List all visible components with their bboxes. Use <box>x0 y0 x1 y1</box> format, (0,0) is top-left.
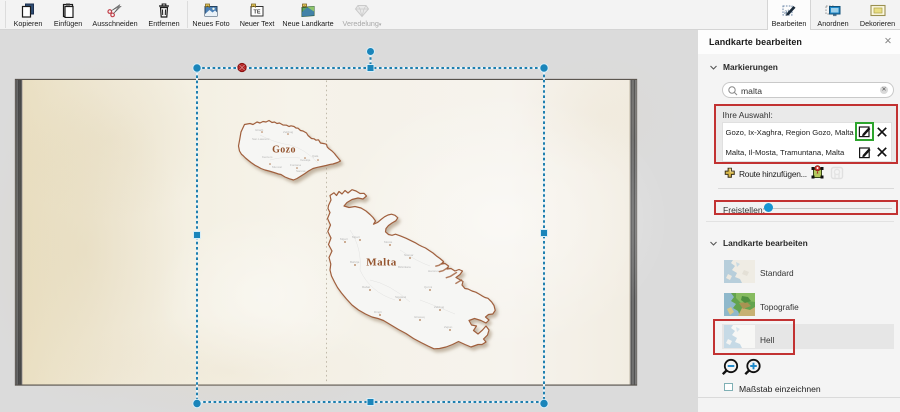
svg-text:Kercem: Kercem <box>262 155 273 159</box>
svg-text:Zebbug: Zebbug <box>283 130 294 134</box>
svg-text:Naxxar: Naxxar <box>404 253 414 257</box>
svg-text:Qala: Qala <box>312 154 319 158</box>
svg-text:Fontana: Fontana <box>290 163 301 167</box>
svg-text:Zejtun: Zejtun <box>444 325 453 329</box>
svg-text:Dingli: Dingli <box>374 310 382 314</box>
svg-text:Malta: Malta <box>366 257 397 269</box>
svg-text:Gozo: Gozo <box>272 145 296 156</box>
svg-text:Mosta: Mosta <box>384 240 393 244</box>
svg-text:Sannat: Sannat <box>296 169 306 173</box>
svg-text:Qormi: Qormi <box>424 285 433 289</box>
svg-text:Hamrun: Hamrun <box>428 269 439 273</box>
svg-text:TE: TE <box>253 10 260 16</box>
svg-text:Mgarr: Mgarr <box>352 235 360 239</box>
svg-text:Bahrija: Bahrija <box>350 260 360 264</box>
svg-text:Zebbug: Zebbug <box>434 305 445 309</box>
svg-text:Siggiewi: Siggiewi <box>395 295 407 299</box>
svg-text:Munxar: Munxar <box>272 165 282 169</box>
svg-text:Xewkija: Xewkija <box>300 158 311 162</box>
svg-text:Ghaxaq: Ghaxaq <box>414 315 425 319</box>
svg-text:Mgarr: Mgarr <box>340 237 348 241</box>
svg-text:Rabat: Rabat <box>362 285 370 289</box>
svg-text:Birkirkara: Birkirkara <box>398 265 411 269</box>
svg-text:San Lawrenz: San Lawrenz <box>252 137 270 141</box>
svg-text:Gharb: Gharb <box>255 128 264 132</box>
